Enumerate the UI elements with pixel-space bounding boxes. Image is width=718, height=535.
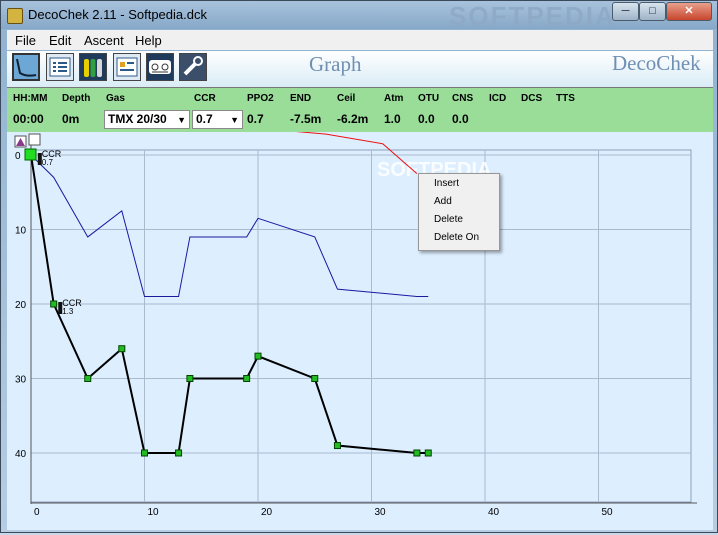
profile-tool-icon [16,58,37,77]
y-tick-label: 0 [15,151,21,162]
header-cns: CNS [452,93,474,104]
value-end: -7.5m [290,112,322,126]
data-point [118,345,126,353]
data-point [141,449,148,457]
header-tts: TTS [556,93,575,104]
data-point [175,449,183,457]
context-menu-delete[interactable]: Delete [434,214,463,225]
data-point [413,449,421,457]
y-tick-label: 30 [15,375,27,386]
x-tick-label: 20 [261,507,273,518]
softpedia-watermark: SOFTPEDIA [449,1,616,31]
dive-profile-chart[interactable]: 0 10 20 30 40 50010203040SOFTPEDIACCR0.7CCR1.… [7,130,713,530]
brand-label: DecoChek [612,51,701,75]
x-tick-label: 30 [375,507,387,518]
context-menu-insert[interactable]: Insert [434,178,459,189]
status-panel: HH:MM Depth Gas CCR PPO2 END Ceil Atm OT… [7,87,713,133]
marker-box-2 [28,133,41,146]
ccr-select[interactable]: 0.7 ▼ [192,110,243,129]
ccr-annotation-value: 0.7 [42,158,54,167]
tanks-tool-button[interactable] [79,53,107,81]
data-point [243,375,251,382]
y-tick-label: 10 [15,226,27,237]
chevron-down-icon: ▼ [177,115,186,125]
y-tick-label: 20 [15,300,27,311]
value-ppo2: 0.7 [247,112,264,126]
gas-select[interactable]: TMX 20/30 ▼ [104,110,190,129]
dive-sheet-tool-icon [149,60,171,74]
tanks-tool-icon [84,59,102,77]
maximize-icon: □ [649,5,656,17]
header-end: END [290,93,312,104]
menu-help[interactable]: Help [135,33,162,48]
value-atm: 1.0 [384,112,401,126]
context-menu-add[interactable]: Add [434,196,452,207]
x-tick-label: 10 [148,507,160,518]
menu-file[interactable]: File [15,33,36,48]
plot-frame [30,149,692,503]
table-tool-button[interactable] [113,53,141,81]
maximize-button[interactable]: □ [639,2,666,21]
value-depth: 0m [62,112,80,126]
header-depth: Depth [62,93,91,104]
context-menu-delete-on[interactable]: Delete On [434,232,479,243]
settings-tool-button[interactable] [179,53,207,81]
header-ccr: CCR [194,93,216,104]
data-point [254,352,262,360]
x-tick-label: 0 [34,507,40,518]
header-ceil: Ceil [337,93,356,104]
app-window: DecoChek 2.11 - Softpedia.dck SOFTPEDIA … [0,0,718,533]
window-title: DecoChek 2.11 - Softpedia.dck [28,7,207,22]
data-point [424,449,432,457]
value-time: 00:00 [13,112,44,126]
gas-select-value: TMX 20/30 [108,112,167,126]
header-icd: ICD [489,93,507,104]
ccr-select-value: 0.7 [196,112,213,126]
header-gas: Gas [106,93,125,104]
toolbar: Graph DecoChek [7,51,713,88]
dive-sheet-tool-button[interactable] [146,53,174,81]
menu-ascent[interactable]: Ascent [84,33,124,48]
value-ceil: -6.2m [337,112,369,126]
value-otu: 0.0 [418,112,435,126]
menu-bar: File Edit Ascent Help [7,30,713,50]
x-tick-label: 40 [488,507,500,518]
minimize-button[interactable]: ─ [612,2,639,21]
header-otu: OTU [418,93,440,104]
data-point [311,375,319,382]
ccr-annotation-value: 1.3 [62,307,74,316]
profile-tool-button[interactable] [12,53,40,81]
minimize-icon: ─ [621,5,630,17]
menu-edit[interactable]: Edit [49,33,71,48]
chevron-down-icon: ▼ [230,115,239,125]
view-title-graph: Graph [309,52,362,76]
app-icon [7,8,23,24]
value-cns: 0.0 [452,112,469,126]
x-tick-label: 50 [602,507,614,518]
selected-point [24,148,37,161]
data-point [333,442,341,450]
close-icon: ✕ [684,5,694,17]
list-tool-icon [49,57,71,77]
close-button[interactable]: ✕ [666,2,712,21]
table-tool-icon [116,57,138,77]
data-point [50,300,58,308]
data-point [84,375,92,382]
dive-profile-graph[interactable]: 0 10 20 30 40 50 0 10 20 30 40 SOFTPEDIA CCR 0.7 CCR 1.… [7,130,713,530]
header-dcs: DCS [521,93,543,104]
title-bar[interactable]: DecoChek 2.11 - Softpedia.dck SOFTPEDIA … [1,1,717,31]
y-tick-label: 40 [15,449,27,460]
data-point [186,375,194,382]
series-line-1 [30,154,429,298]
header-ppo2: PPO2 [247,93,274,104]
list-tool-button[interactable] [46,53,74,81]
header-atm: Atm [384,93,404,104]
context-menu: Insert Add Delete Delete On [418,173,500,251]
settings-tool-icon [183,56,203,76]
header-time: HH:MM [13,93,48,104]
